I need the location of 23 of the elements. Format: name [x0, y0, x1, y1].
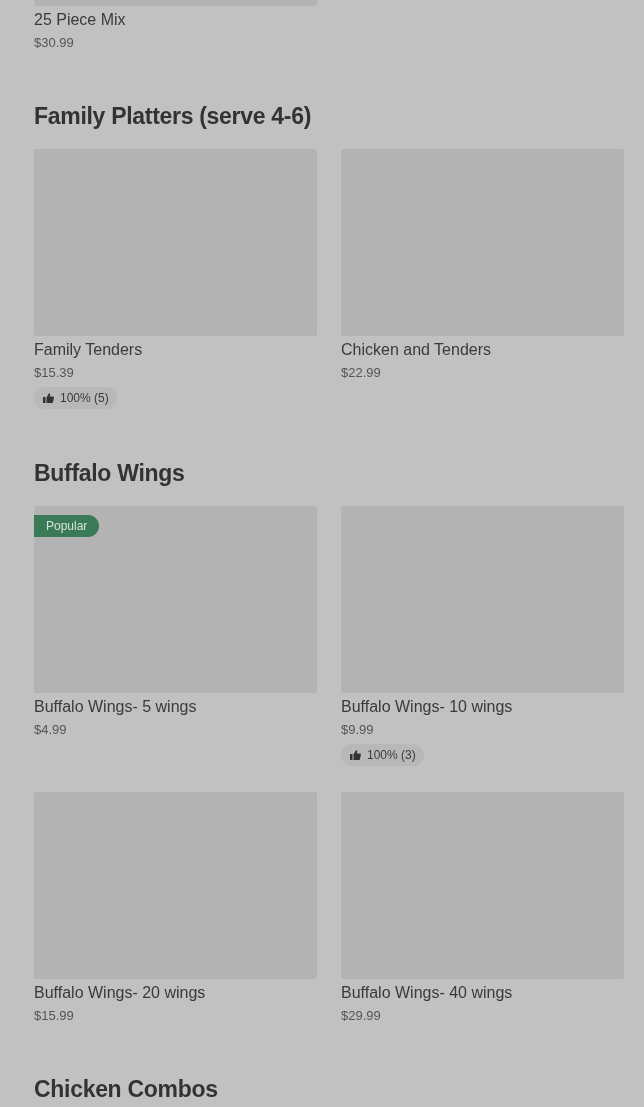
item-name[interactable]: Family Tenders — [34, 340, 143, 360]
item-price: $22.99 — [341, 364, 381, 382]
item-price: $30.99 — [34, 34, 74, 52]
item-price: $9.99 — [341, 721, 374, 739]
section-heading: Chicken Combos — [34, 1075, 219, 1104]
image-placeholder[interactable]: Popular — [34, 506, 317, 693]
item-price: $15.99 — [34, 1007, 74, 1025]
item-name[interactable]: 25 Piece Mix — [34, 10, 126, 30]
section-heading: Family Platters (serve 4-6) — [34, 102, 312, 131]
item-name[interactable]: Buffalo Wings- 20 wings — [34, 983, 206, 1003]
item-name[interactable]: Buffalo Wings- 5 wings — [34, 697, 197, 717]
item-price: $29.99 — [341, 1007, 381, 1025]
item-name[interactable]: Chicken and Tenders — [341, 340, 492, 360]
rating-text: 100% (5) — [60, 390, 109, 407]
popular-badge: Popular — [34, 515, 100, 537]
item-name[interactable]: Buffalo Wings- 40 wings — [341, 983, 513, 1003]
section-heading: Buffalo Wings — [34, 459, 186, 488]
thumbs-up-icon — [349, 749, 361, 761]
item-price: $15.39 — [34, 364, 74, 382]
item-name[interactable]: Buffalo Wings- 10 wings — [341, 697, 513, 717]
item-price: $4.99 — [34, 721, 67, 739]
rating-text: 100% (3) — [367, 747, 416, 764]
thumbs-up-icon — [42, 392, 54, 404]
